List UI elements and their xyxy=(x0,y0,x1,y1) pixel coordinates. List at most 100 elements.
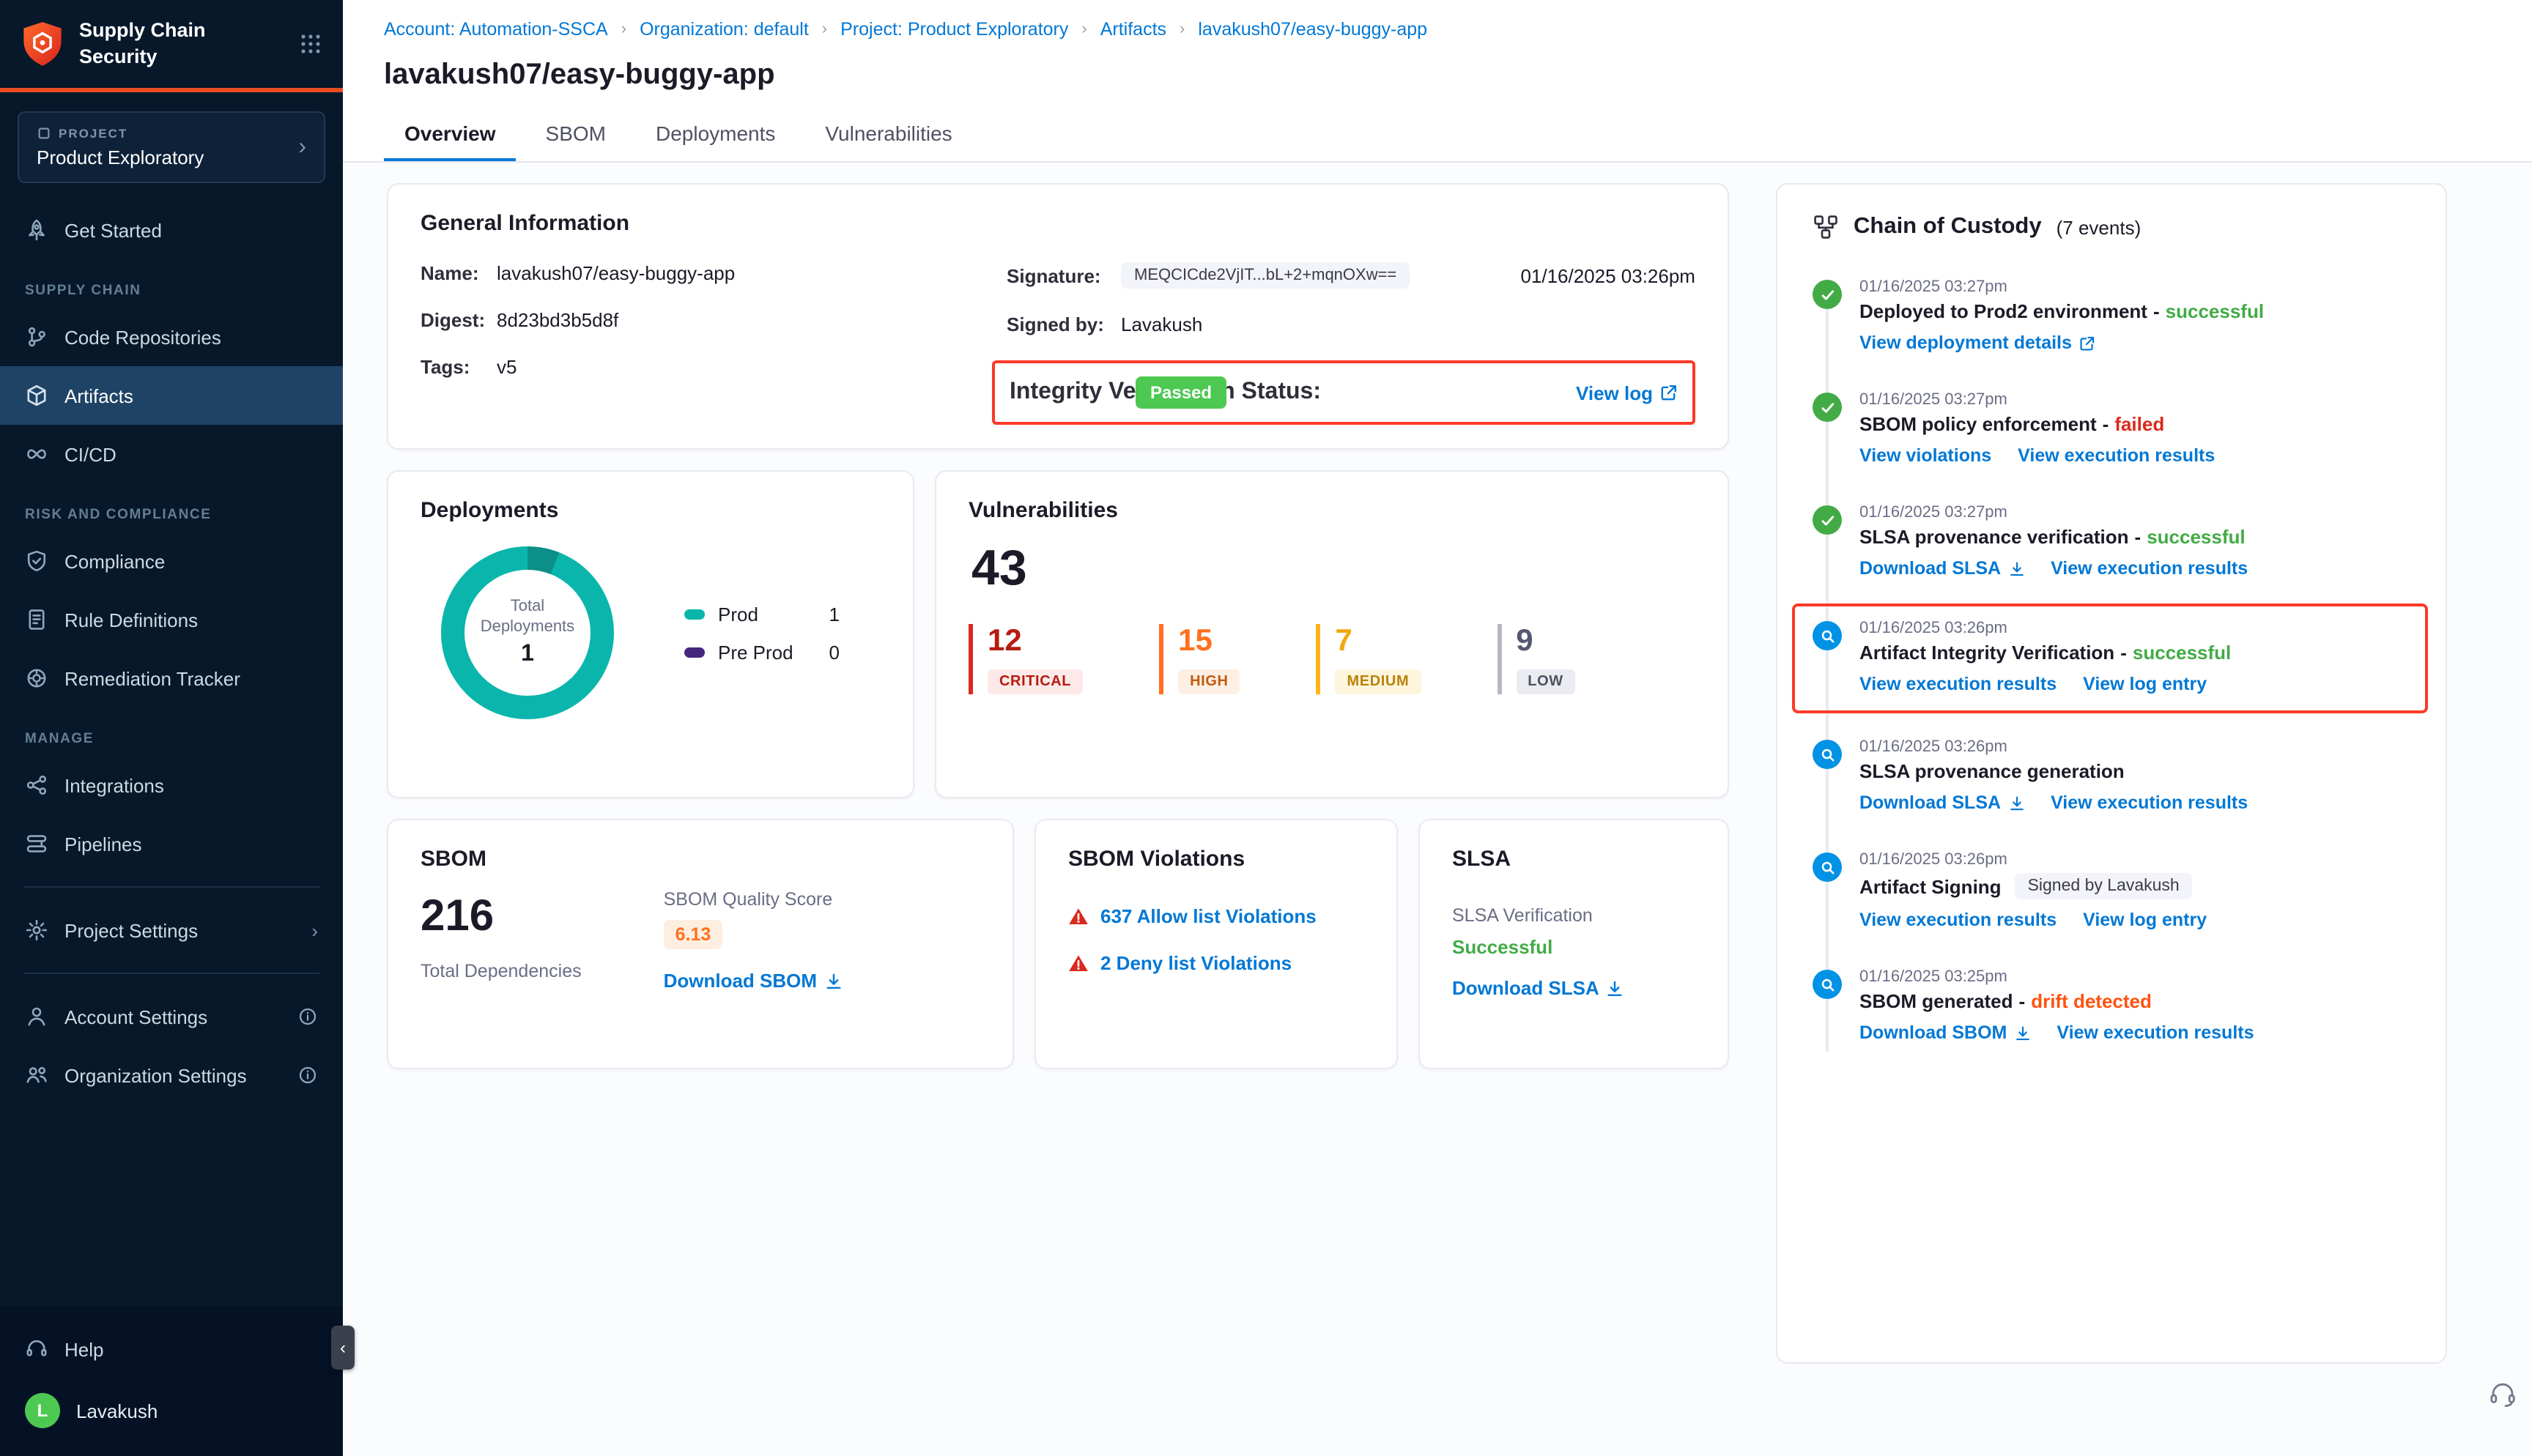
download-slsa-link[interactable]: Download SLSA xyxy=(1859,558,2024,579)
donut-center-label: Total Deployments xyxy=(481,598,574,639)
general-info-right: Signature: MEQCICde2VjIT...bL+2+mqnOXw==… xyxy=(1007,262,1695,425)
download-sbom-link[interactable]: Download SBOM xyxy=(1859,1022,2030,1043)
breadcrumb-project[interactable]: Project: Product Exploratory xyxy=(840,19,1068,40)
artifact-name-value: lavakush07/easy-buggy-app xyxy=(497,262,735,284)
tab-sbom[interactable]: SBOM xyxy=(525,108,626,161)
severity-row: 12 CRITICAL 15 HIGH 7 MEDIUM xyxy=(969,624,1695,694)
sidebar-item-organization-settings[interactable]: Organization Settings xyxy=(0,1046,343,1104)
project-selector[interactable]: PROJECT Product Exploratory › xyxy=(18,111,325,183)
vulnerabilities-card: Vulnerabilities 43 12 CRITICAL 15 HIGH xyxy=(935,470,1729,798)
view-execution-results-link[interactable]: View execution results xyxy=(2018,445,2215,466)
view-execution-results-link[interactable]: View execution results xyxy=(2051,558,2248,579)
app-logo-icon xyxy=(21,20,64,67)
view-log-link[interactable]: View log xyxy=(1576,382,1678,404)
external-link-icon xyxy=(2079,335,2095,351)
event-time: 01/16/2025 03:27pm xyxy=(1859,391,2410,409)
deny-list-violations-link[interactable]: 2 Deny list Violations xyxy=(1100,952,1292,974)
prod-legend-dot xyxy=(684,609,705,619)
sidebar-item-rule-definitions[interactable]: Rule Definitions xyxy=(0,590,343,649)
slsa-generation-event-icon xyxy=(1813,740,1842,769)
slsa-verification-status: Successful xyxy=(1452,936,1695,958)
breadcrumb-organization[interactable]: Organization: default xyxy=(640,19,809,40)
allow-list-violations-link[interactable]: 637 Allow list Violations xyxy=(1100,905,1317,927)
event-title: Deployed to Prod2 environment - successf… xyxy=(1859,300,2410,322)
chain-of-custody-panel: Chain of Custody (7 events) 01/16/2025 0… xyxy=(1776,183,2447,1364)
sidebar-item-label: Project Settings xyxy=(64,919,198,941)
sidebar-item-account-settings[interactable]: Account Settings xyxy=(0,987,343,1046)
user-menu[interactable]: L Lavakush xyxy=(0,1380,343,1441)
view-execution-results-link[interactable]: View execution results xyxy=(2051,792,2248,813)
breadcrumb: Account: Automation-SSCA › Organization:… xyxy=(384,19,2491,40)
tab-deployments[interactable]: Deployments xyxy=(635,108,796,161)
nav-apps-icon[interactable] xyxy=(299,31,322,55)
repository-icon xyxy=(25,325,48,349)
event-title: SLSA provenance generation xyxy=(1859,760,2410,782)
event-time: 01/16/2025 03:27pm xyxy=(1859,504,2410,521)
sidebar-item-label: Compliance xyxy=(64,550,165,572)
view-execution-results-link[interactable]: View execution results xyxy=(2057,1022,2254,1043)
sidebar-item-code-repositories[interactable]: Code Repositories xyxy=(0,308,343,366)
document-rules-icon xyxy=(25,608,48,631)
sidebar-item-remediation-tracker[interactable]: Remediation Tracker xyxy=(0,649,343,707)
slsa-verification-event-icon xyxy=(1813,505,1842,535)
events-count: (7 events) xyxy=(2057,216,2142,238)
view-deployment-details-link[interactable]: View deployment details xyxy=(1859,333,2095,353)
sidebar-item-artifacts[interactable]: Artifacts xyxy=(0,366,343,425)
severity-high: 15 HIGH xyxy=(1159,624,1240,694)
resource-center-icon[interactable] xyxy=(2488,1380,2517,1416)
view-violations-link[interactable]: View violations xyxy=(1859,445,1991,466)
view-log-entry-link[interactable]: View log entry xyxy=(2083,910,2207,930)
sidebar-item-project-settings[interactable]: Project Settings › xyxy=(0,901,343,959)
event-time: 01/16/2025 03:25pm xyxy=(1859,968,2410,986)
sidebar-item-integrations[interactable]: Integrations xyxy=(0,756,343,814)
people-icon xyxy=(25,1063,48,1087)
sbom-count-block: 216 Total Dependencies xyxy=(421,872,582,992)
signature-value[interactable]: MEQCICde2VjIT...bL+2+mqnOXw== xyxy=(1121,262,1410,289)
download-slsa-link[interactable]: Download SLSA xyxy=(1859,792,2024,813)
sidebar-item-pipelines[interactable]: Pipelines xyxy=(0,814,343,873)
tab-vulnerabilities[interactable]: Vulnerabilities xyxy=(804,108,972,161)
app-title: Supply Chain Security xyxy=(79,18,284,69)
breadcrumb-artifacts[interactable]: Artifacts xyxy=(1100,19,1166,40)
gear-icon xyxy=(25,918,48,942)
download-sbom-link[interactable]: Download SBOM xyxy=(664,970,842,992)
slsa-card: SLSA SLSA Verification Successful Downlo… xyxy=(1418,819,1729,1069)
sidebar-item-compliance[interactable]: Compliance xyxy=(0,532,343,590)
sidebar-item-cicd[interactable]: CI/CD xyxy=(0,425,343,483)
tab-overview[interactable]: Overview xyxy=(384,108,517,161)
shield-check-icon xyxy=(25,549,48,573)
view-log-entry-link[interactable]: View log entry xyxy=(2083,674,2207,694)
help-label: Help xyxy=(64,1338,104,1360)
sbom-quality-block: SBOM Quality Score 6.13 Download SBOM xyxy=(664,889,842,992)
view-execution-results-link[interactable]: View execution results xyxy=(1859,910,2057,930)
sbom-total-dependencies: 216 xyxy=(421,892,582,942)
timeline-event-slsa-verification: 01/16/2025 03:27pm SLSA provenance verif… xyxy=(1813,504,2410,579)
sidebar-collapse-handle[interactable]: ‹ xyxy=(331,1326,355,1370)
deployment-event-icon xyxy=(1813,280,1842,309)
legend-item-preprod: Pre Prod 0 xyxy=(684,641,840,663)
chevron-right-icon: › xyxy=(298,134,306,160)
divider xyxy=(23,886,319,888)
sbom-quality-score-badge: 6.13 xyxy=(664,920,723,949)
pipelines-icon xyxy=(25,832,48,855)
card-title: SLSA xyxy=(1452,847,1695,872)
signature-row: Signature: MEQCICde2VjIT...bL+2+mqnOXw==… xyxy=(1007,262,1695,289)
tags-row: Tags: v5 xyxy=(421,356,1007,378)
download-slsa-link[interactable]: Download SLSA xyxy=(1452,977,1624,999)
view-execution-results-link[interactable]: View execution results xyxy=(1859,674,2057,694)
signed-by-badge: Signed by Lavakush xyxy=(2015,873,2193,899)
severity-critical: 12 CRITICAL xyxy=(969,624,1083,694)
event-status: drift detected xyxy=(2031,990,2152,1012)
info-icon xyxy=(297,1065,318,1085)
sidebar-item-label: Remediation Tracker xyxy=(64,667,240,689)
sidebar-item-label: Rule Definitions xyxy=(64,609,198,631)
integrity-verification-event-icon xyxy=(1813,621,1842,650)
artifact-signing-event-icon xyxy=(1813,853,1842,882)
sidebar-item-get-started[interactable]: Get Started xyxy=(0,201,343,259)
deployments-card: Deployments Total Deployments 1 xyxy=(387,470,914,798)
event-time: 01/16/2025 03:26pm xyxy=(1859,738,2410,756)
breadcrumb-artifact-name[interactable]: lavakush07/easy-buggy-app xyxy=(1198,19,1427,40)
breadcrumb-account[interactable]: Account: Automation-SSCA xyxy=(384,19,608,40)
sidebar-item-label: CI/CD xyxy=(64,443,116,465)
help-button[interactable]: Help xyxy=(0,1318,343,1380)
